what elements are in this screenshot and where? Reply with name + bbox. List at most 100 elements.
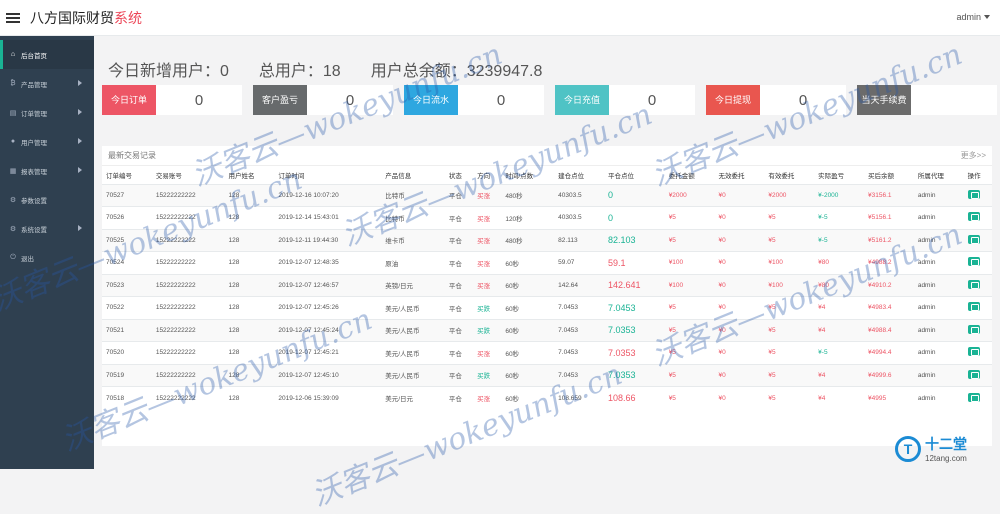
cell-product: 美元/日元	[381, 386, 445, 409]
stat-card-label: 当天手续费	[857, 85, 911, 115]
view-detail-button[interactable]	[967, 234, 980, 244]
cell-account: 15222222222	[151, 206, 225, 229]
recent-trades-panel: 最新交易记录 更多>> 订单编号 交易账号 用户姓名 订单时间 产品信息 状态 方向 时间/点…	[102, 146, 992, 446]
cell-id: 70527	[102, 183, 152, 207]
cell-action	[963, 341, 992, 364]
cell-period: 60秒	[501, 318, 555, 342]
brand-title: 八方国际财贸系统	[30, 8, 142, 28]
cell-open: 40303.5	[554, 206, 604, 229]
cell-amount: ¥100	[664, 273, 715, 297]
view-detail-button[interactable]	[967, 302, 980, 312]
view-detail-button[interactable]	[967, 392, 980, 402]
cell-account: 15222222222	[151, 386, 225, 409]
view-detail-button[interactable]	[967, 369, 980, 379]
cell-id: 70526	[102, 206, 152, 229]
cell-action	[963, 228, 992, 252]
cell-time: 2019-12-11 19:44:30	[274, 228, 382, 252]
stat-card-value	[911, 85, 997, 115]
column-header: 订单编号	[102, 166, 152, 185]
table-row: 70526 15222222222 128 2019-12-14 15:43:01 比特…	[102, 206, 992, 229]
cell-name: 128	[224, 386, 275, 409]
sidebar-item[interactable]: ▤ 订单管理	[0, 98, 94, 127]
sidebar-item[interactable]: ▦ 报表管理	[0, 156, 94, 185]
cell-account: 15222222222	[151, 363, 225, 387]
cell-time: 2019-12-06 15:39:09	[274, 386, 382, 409]
chevron-right-icon	[78, 225, 82, 231]
settings-icon: ⚙	[9, 196, 17, 204]
sidebar-item[interactable]: ⌂ 后台首页	[0, 40, 94, 69]
sidebar-item[interactable]: ⚙ 系统设置	[0, 214, 94, 243]
more-link[interactable]: 更多>>	[961, 150, 986, 161]
cell-product: 美元/人民币	[381, 341, 445, 364]
view-detail-button[interactable]	[967, 257, 980, 267]
cell-period: 120秒	[501, 206, 555, 229]
view-detail-button[interactable]	[967, 189, 980, 199]
cell-name: 128	[224, 363, 275, 387]
user-menu[interactable]: admin	[956, 12, 990, 22]
cell-action	[963, 183, 992, 207]
cell-period: 60秒	[501, 341, 555, 364]
cell-time: 2019-12-07 12:45:24	[274, 318, 382, 342]
cell-status: 平仓	[444, 251, 474, 274]
stat-card: 今日提现 0	[706, 85, 846, 115]
cell-pnl: ¥4	[814, 296, 864, 319]
view-detail-button[interactable]	[967, 279, 980, 289]
stat-card-label: 今日流水	[404, 85, 458, 115]
table-row: 70521 15222222222 128 2019-12-07 12:45:24 美元…	[102, 318, 992, 342]
cell-pnl: ¥4	[814, 318, 864, 342]
cell-agent: admin	[913, 341, 964, 364]
table-body: 70527 15222222222 128 2019-12-16 10:07:20 比特…	[102, 183, 992, 409]
cell-valid: ¥2000	[764, 183, 815, 207]
gear-icon: ⚙	[9, 225, 17, 233]
cell-action	[963, 296, 992, 319]
chevron-right-icon	[78, 80, 82, 86]
table-row: 70519 15222222222 128 2019-12-07 12:45:10 美元…	[102, 363, 992, 387]
cell-status: 平仓	[444, 183, 474, 207]
sidebar-item[interactable]: ⚙ 参数设置	[0, 185, 94, 214]
cell-pnl: ¥80	[814, 251, 864, 274]
column-header: 建仓点位	[554, 166, 604, 185]
cell-amount: ¥100	[664, 251, 715, 274]
cell-product: 美元/人民币	[381, 296, 445, 319]
cell-invalid: ¥0	[714, 251, 765, 274]
view-detail-button[interactable]	[967, 347, 980, 357]
panel-header: 最新交易记录 更多>>	[102, 146, 992, 166]
cell-agent: admin	[913, 296, 964, 319]
cell-invalid: ¥0	[714, 273, 765, 297]
logout-icon: ⏻	[10, 253, 16, 261]
view-detail-button[interactable]	[967, 324, 980, 334]
cell-time: 2019-12-07 12:46:57	[274, 273, 382, 297]
cell-dir: 买跌	[473, 363, 502, 387]
cell-product: 美元/人民币	[381, 318, 445, 342]
stat-cards: 今日订单 0 客户盈亏 0 今日流水 0 今日充值 0 今日提现 0 当天手续费	[102, 85, 997, 115]
cell-action	[963, 273, 992, 297]
total-balance-stat: 用户总余额：3239947.8	[370, 63, 543, 80]
cell-account: 15222222222	[151, 251, 225, 274]
report-icon: ▦	[9, 167, 17, 175]
cell-period: 60秒	[501, 296, 555, 319]
table-row: 70522 15222222222 128 2019-12-07 12:45:26 美元…	[102, 296, 992, 319]
caret-down-icon	[984, 15, 990, 19]
view-detail-button[interactable]	[967, 212, 980, 222]
cell-open: 7.0453	[554, 296, 604, 319]
cell-valid: ¥5	[764, 318, 815, 342]
cell-close: 7.0453	[603, 296, 665, 319]
sidebar-item[interactable]: ₿ 产品管理	[0, 69, 94, 98]
sidebar-item-label: 用户管理	[21, 139, 47, 147]
home-icon: ⌂	[10, 51, 16, 58]
sidebar-item[interactable]: ● 用户管理	[0, 127, 94, 156]
sidebar-item[interactable]: ⏻ 退出	[0, 243, 94, 272]
menu-toggle-icon[interactable]	[6, 12, 20, 23]
cell-name: 128	[224, 273, 275, 297]
cell-product: 维卡币	[381, 228, 445, 252]
cell-close: 59.1	[603, 251, 665, 274]
cell-amount: ¥5	[664, 318, 715, 342]
cell-close: 0	[603, 206, 665, 229]
cell-amount: ¥5	[664, 386, 715, 409]
cell-open: 59.07	[554, 251, 604, 274]
top-navbar: 八方国际财贸系统 admin	[0, 0, 1000, 36]
cell-id: 70518	[102, 386, 152, 409]
column-header: 无效委托	[714, 166, 765, 185]
cell-balance: ¥5156.1	[864, 206, 914, 229]
logo-text: 十二堂 12tang.com	[925, 434, 967, 463]
